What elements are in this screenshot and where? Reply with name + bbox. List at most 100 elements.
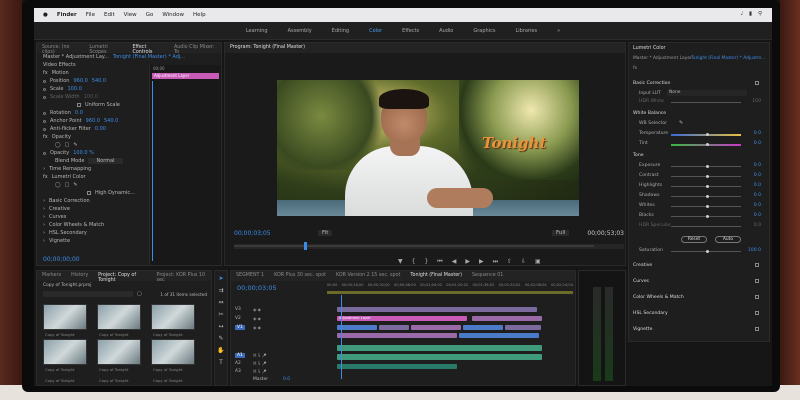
clip-v1-f[interactable] [337, 333, 457, 338]
tab-libraries[interactable]: Libraries [515, 28, 537, 34]
tab-markers[interactable]: Markers [42, 273, 61, 279]
highlights-value[interactable]: 0.0 [754, 183, 761, 188]
clip-v1-b[interactable] [379, 325, 409, 330]
ec-anchor-x[interactable]: 960.0 [86, 118, 100, 124]
saturation-thumb[interactable] [706, 250, 709, 253]
section-hsl-secondary[interactable]: HSL Secondary [633, 311, 668, 316]
pen-mask-icon[interactable]: ✎ [73, 182, 77, 188]
timeline-playhead[interactable] [341, 295, 342, 379]
auto-button[interactable]: Auto [715, 236, 741, 243]
program-scrubber[interactable] [234, 242, 624, 250]
basic-correction-checkbox[interactable] [755, 81, 759, 85]
ec-clip-label[interactable]: Tonight (Final Master) * Adj... [113, 54, 185, 60]
vignette-checkbox[interactable] [755, 327, 759, 331]
ec-master-label[interactable]: Master * Adjustment Lay... [43, 54, 109, 60]
clip-v1-e[interactable] [505, 325, 541, 330]
tint-thumb[interactable] [706, 143, 709, 146]
section-color-wheels[interactable]: Color Wheels & Match [633, 295, 684, 300]
tone-header[interactable]: Tone [633, 153, 644, 158]
clip-v1-a[interactable] [337, 325, 377, 330]
marker-icon[interactable]: ▼ [398, 258, 403, 266]
stopwatch-icon[interactable] [43, 151, 46, 155]
razor-tool-icon[interactable]: ✂ [218, 311, 223, 318]
timeline-timecode[interactable]: 00;00;03;05 [237, 284, 277, 292]
tab-history[interactable]: History [71, 273, 88, 279]
timeline-ruler[interactable]: 00;00 00;00;16;00 00;00;32;00 00;00;48;0… [327, 283, 573, 291]
track-a2[interactable]: A2 [235, 361, 245, 366]
tab-effects[interactable]: Effects [402, 28, 419, 34]
tab-project-copy[interactable]: Project: Copy of Tonight [98, 273, 146, 283]
battery-icon[interactable]: ▮ [749, 11, 752, 17]
tab-segment-1[interactable]: SEGMENT 1 [236, 273, 264, 279]
ripple-edit-icon[interactable]: ⇔ [218, 299, 223, 306]
ec-position-y[interactable]: 540.0 [92, 78, 106, 84]
apple-icon[interactable]: ● [43, 12, 48, 18]
hdr-specular-slider[interactable] [671, 226, 741, 227]
pen-tool-icon[interactable]: ✎ [218, 335, 223, 342]
track-a1[interactable]: A1 [235, 353, 245, 358]
contrast-value[interactable]: 0.0 [754, 173, 761, 178]
shadows-thumb[interactable] [706, 195, 709, 198]
rectangle-mask-icon[interactable]: □ [65, 142, 70, 148]
blacks-value[interactable]: 0.0 [754, 213, 761, 218]
hsl-secondary-checkbox[interactable] [755, 311, 759, 315]
tab-audio-clip-mixer[interactable]: Audio Clip Mixer: To [174, 45, 216, 55]
ellipse-mask-icon[interactable]: ◯ [55, 142, 61, 148]
clip-v1-d[interactable] [463, 325, 503, 330]
program-video-frame[interactable]: Tonight [277, 80, 579, 216]
eyedropper-icon[interactable]: ✎ [679, 120, 683, 126]
stopwatch-icon[interactable] [43, 87, 46, 91]
ec-footer-timecode[interactable]: 00;00;00;00 [37, 255, 80, 263]
tab-learning[interactable]: Learning [246, 28, 268, 34]
tab-color[interactable]: Color [369, 28, 382, 34]
tab-kor-v2[interactable]: KOR Version 2 15 sec. spot [336, 273, 400, 279]
thumb-clip-1[interactable] [43, 304, 87, 330]
ec-rotation-value[interactable]: 0.0 [75, 110, 83, 116]
eye-icon[interactable]: ◉ ◆ [253, 316, 261, 321]
temperature-thumb[interactable] [706, 133, 709, 136]
tab-kor-30[interactable]: KOR Plus 30 sec. spot [274, 273, 326, 279]
clip-a3[interactable] [337, 364, 457, 369]
fit-select[interactable]: Fit [318, 230, 333, 236]
goto-out-icon[interactable]: ⏭ [493, 258, 498, 266]
goto-in-icon[interactable]: ⏮ [437, 258, 442, 266]
tab-tonight[interactable]: Tonight (Final Master) [410, 273, 462, 279]
track-v1[interactable]: V1 [235, 325, 245, 330]
tab-graphics[interactable]: Graphics [473, 28, 495, 34]
blend-mode-select[interactable]: Normal [88, 158, 123, 164]
new-bin-icon[interactable]: ▢ [137, 291, 142, 297]
whites-thumb[interactable] [706, 205, 709, 208]
uniform-scale-checkbox[interactable] [77, 103, 81, 107]
tab-assembly[interactable]: Assembly [288, 28, 312, 34]
clip-a2[interactable] [337, 354, 542, 360]
in-point-icon[interactable]: { [412, 258, 416, 266]
clip-adjustment-layer[interactable]: Adjustment Layer [337, 316, 467, 321]
stopwatch-icon[interactable] [43, 95, 46, 99]
step-forward-icon[interactable]: ▶ [479, 258, 484, 266]
program-timecode-left[interactable]: 00;00;03;05 [234, 230, 271, 237]
tab-source[interactable]: Source: (no clips) [42, 45, 79, 55]
thumb-clip-2[interactable] [97, 304, 141, 330]
ellipse-mask-icon[interactable]: ◯ [55, 182, 61, 188]
hdr-white-slider[interactable] [671, 102, 741, 103]
mute-icon[interactable]: M S 🎤 [253, 369, 267, 374]
lumetri-clip[interactable]: Tonight (Final Master) * Adjustm... [691, 56, 765, 61]
menu-file[interactable]: File [86, 12, 95, 18]
stopwatch-icon[interactable] [43, 111, 46, 115]
thumb-clip-5[interactable] [97, 339, 141, 365]
reset-button[interactable]: Reset [681, 236, 707, 243]
section-creative[interactable]: Creative [633, 263, 652, 268]
thumb-clip-3[interactable] [151, 304, 195, 330]
input-lut-select[interactable]: None [667, 90, 747, 96]
whites-value[interactable]: 0.0 [754, 203, 761, 208]
work-area-bar[interactable] [327, 291, 573, 294]
ec-anchor-y[interactable]: 540.0 [104, 118, 118, 124]
menu-window[interactable]: Window [162, 12, 184, 18]
track-a3[interactable]: A3 [235, 369, 245, 374]
track-v3[interactable]: V3 [235, 307, 245, 312]
program-title[interactable]: Program: Tonight (Final Master) [230, 45, 305, 51]
resolution-select[interactable]: Full [552, 230, 570, 236]
stopwatch-icon[interactable] [43, 79, 46, 83]
ec-adjustment-clip[interactable]: Adjustment Layer [152, 73, 219, 79]
menu-help[interactable]: Help [193, 12, 206, 18]
